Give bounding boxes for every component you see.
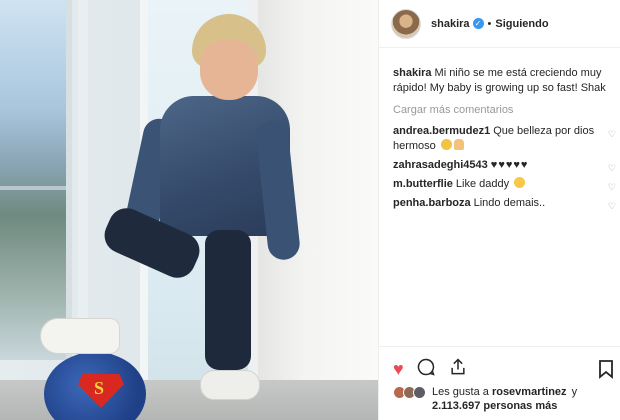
comment-text: Lindo demais.. [473,197,546,209]
likes-prefix: Les gusta a [432,386,489,398]
comment-like-icon[interactable]: ♡ [608,199,616,214]
comment-username[interactable]: penha.barboza [393,197,471,209]
child-shoe-right [200,370,260,400]
header-separator: • [487,17,492,30]
comment-username[interactable]: zahrasadeghi4543 [393,159,488,171]
comment-icon[interactable] [416,357,436,381]
post-side-panel: shakira ✓ • Siguiendo shakira Mi niño se … [378,0,620,420]
likes-count[interactable]: 2.113.697 personas más [432,400,557,412]
star-eyes-emoji [514,177,526,188]
load-more-comments-link[interactable]: Cargar más comentarios [393,104,608,116]
instagram-post: shakira ✓ • Siguiendo shakiraMi niño se … [0,0,620,420]
likes-summary: Les gusta a rosevmartinez y 2.113.697 pe… [393,385,608,413]
verified-badge-icon: ✓ [472,18,484,29]
child-leg-right [205,230,251,370]
comment-text: ♥♥♥♥♥ [490,159,529,171]
blush-emoji [440,139,452,150]
comment-username[interactable]: andrea.bermudez1 [393,125,490,137]
comments-section: shakira Mi niño se me está creciendo muy … [379,48,620,211]
comment-text: Like daddy [455,178,510,190]
post-caption: shakira Mi niño se me está creciendo muy … [393,66,608,96]
share-icon[interactable] [448,357,468,381]
likes-text: Les gusta a rosevmartinez y 2.113.697 pe… [432,385,577,413]
likes-username[interactable]: rosevmartinez [492,386,567,398]
window-left [0,0,72,360]
profile-avatar[interactable] [391,8,421,39]
pray-emoji [453,139,464,150]
comment-item: penha.barboza Lindo demais.. ♡ [393,196,616,211]
heart-icon[interactable]: ♥ [393,359,404,379]
post-photo[interactable] [0,0,378,420]
post-footer: ♥ Les gusta a rosevmartinez y 2.113.697 … [379,346,620,413]
comment-item: m.butterflie Like daddy ♡ [393,177,616,192]
comment-like-icon[interactable]: ♡ [608,161,616,176]
child-shoe-left [40,318,120,354]
child-face [200,40,258,100]
comment-like-icon[interactable]: ♡ [608,127,616,142]
comment-item: andrea.bermudez1 Que belleza por dios her… [393,124,616,154]
liker-avatar [413,386,426,399]
caption-username[interactable]: shakira [393,67,432,79]
likes-connector: y [571,386,578,398]
post-header: shakira ✓ • Siguiendo [379,0,620,48]
bookmark-icon[interactable] [598,359,614,385]
action-bar: ♥ [393,357,608,381]
comment-item: zahrasadeghi4543 ♥♥♥♥♥ ♡ [393,158,616,173]
comment-like-icon[interactable]: ♡ [608,180,616,195]
comment-username[interactable]: m.butterflie [393,178,453,190]
follow-status-button[interactable]: Siguiendo [495,18,548,30]
liker-avatars [393,386,426,399]
header-username[interactable]: shakira [431,18,470,30]
